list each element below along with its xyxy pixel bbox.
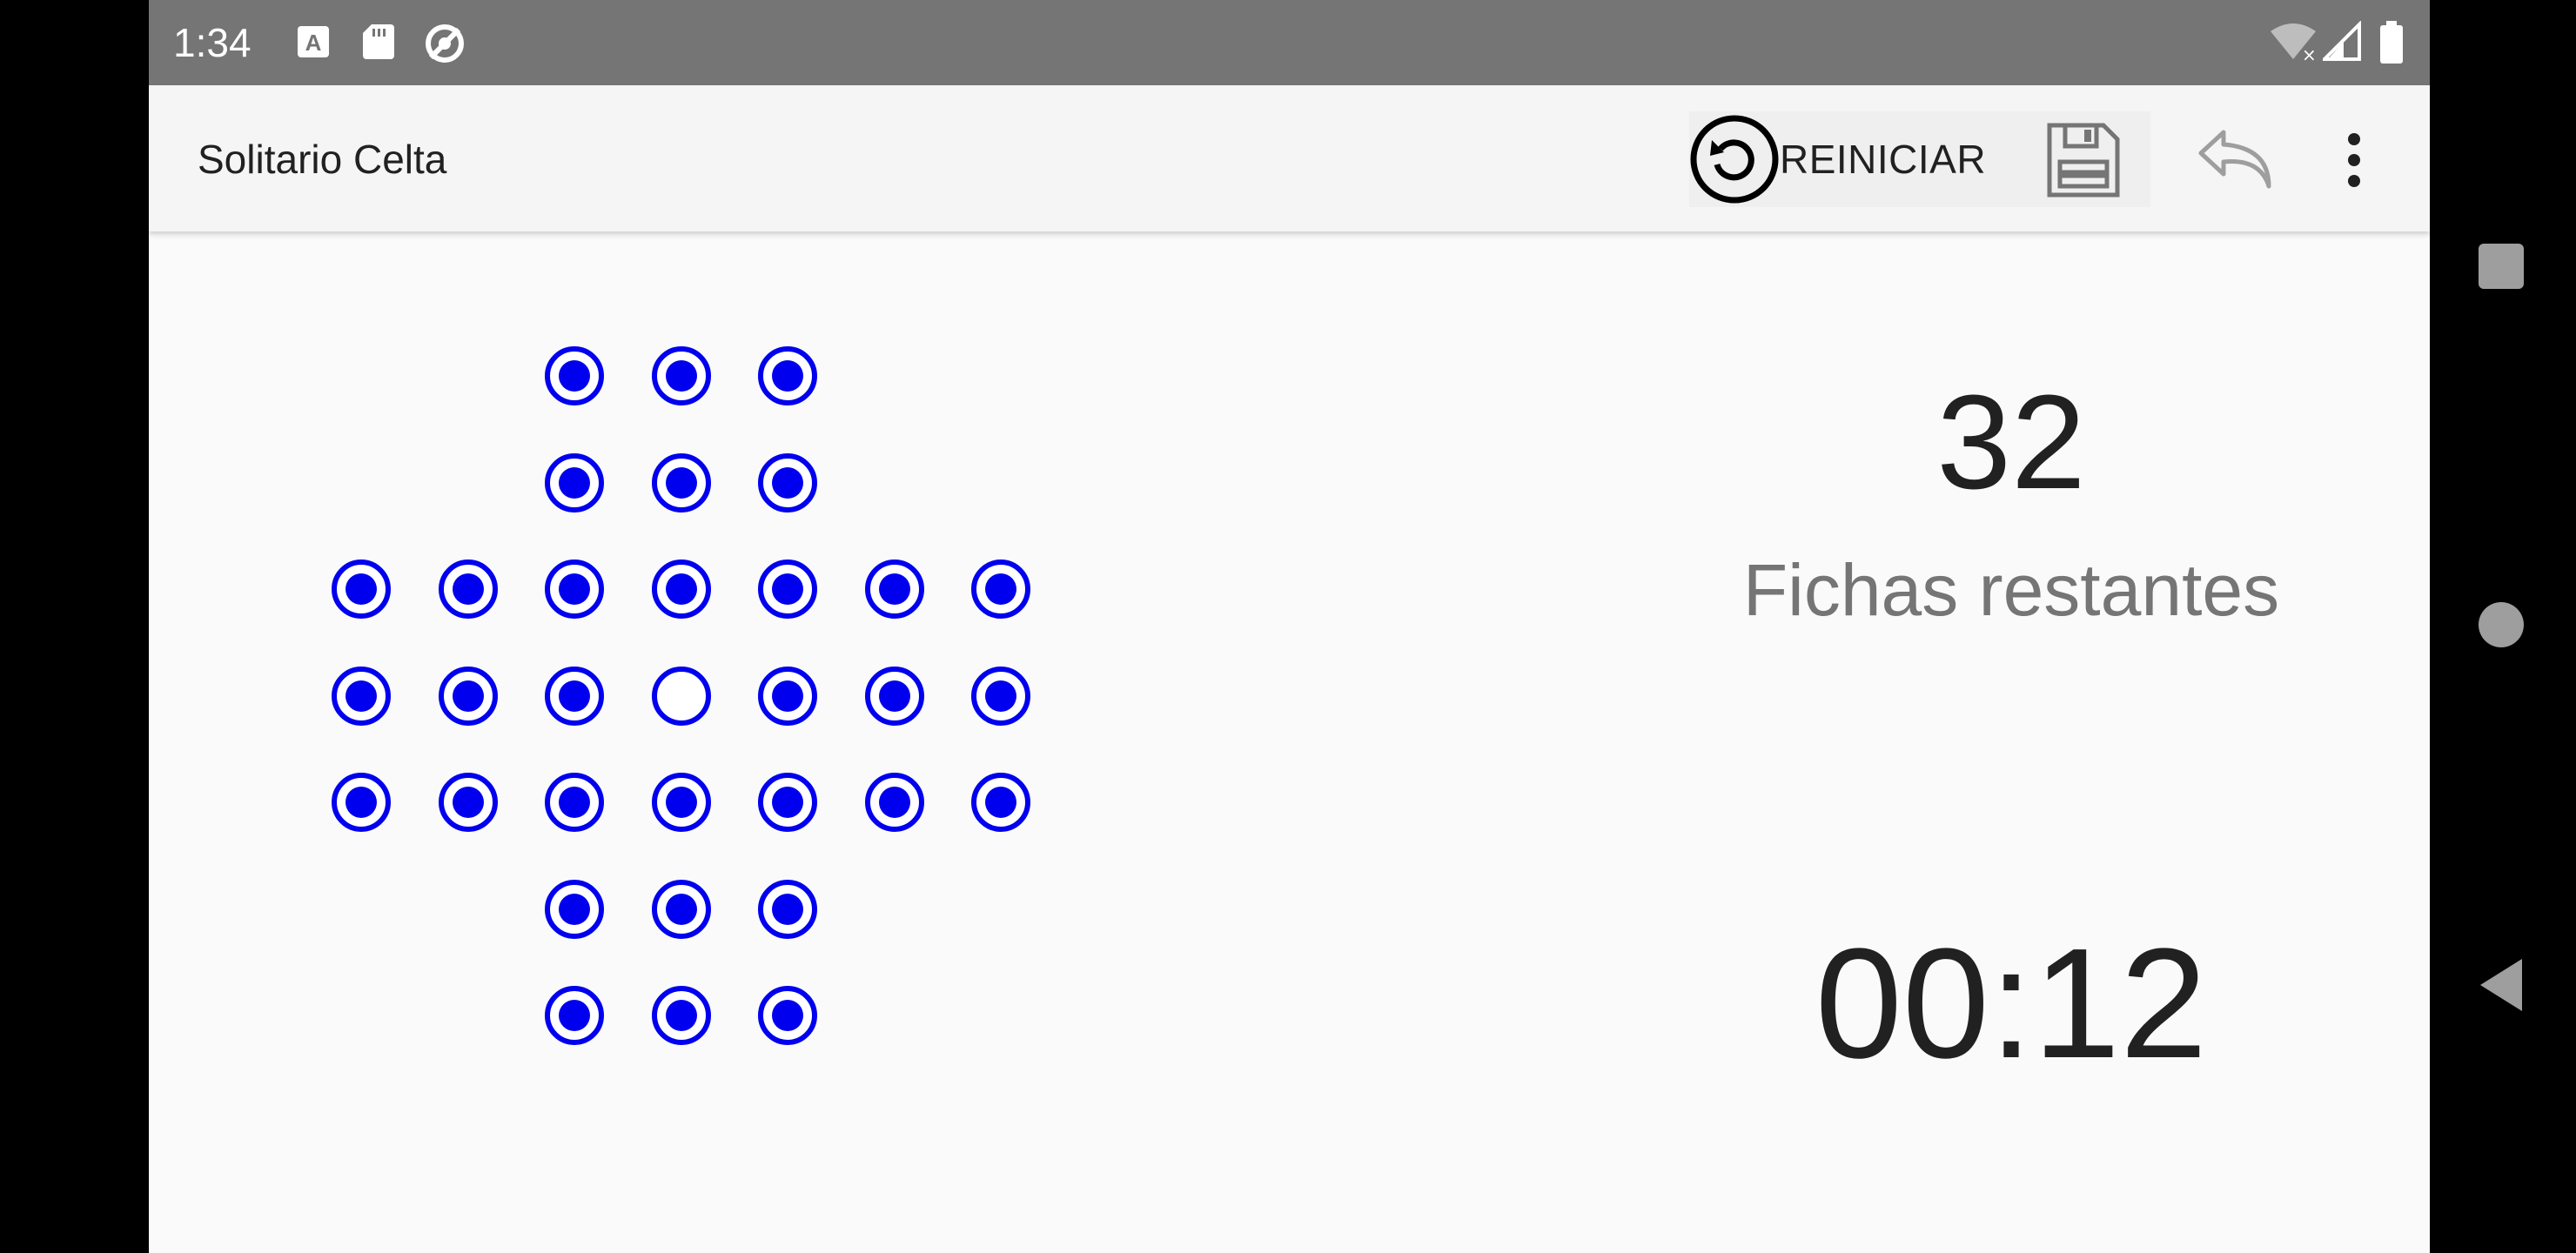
peg[interactable] (651, 345, 712, 406)
peg[interactable] (651, 985, 712, 1046)
status-time: 1:34 (173, 20, 252, 65)
peg[interactable] (864, 666, 925, 727)
navigation-bar (2430, 0, 2576, 1253)
remaining-label: Fichas restantes (1742, 549, 2280, 631)
peg[interactable] (970, 772, 1031, 833)
peg[interactable] (864, 772, 925, 833)
peg[interactable] (651, 772, 712, 833)
game-timer: 00:12 (1815, 916, 2208, 1091)
peg[interactable] (544, 345, 605, 406)
peg[interactable] (438, 666, 499, 727)
restart-icon (1689, 114, 1780, 204)
peg[interactable] (544, 879, 605, 940)
undo-icon[interactable] (2194, 118, 2277, 202)
wifi-off-icon: × (2269, 21, 2318, 67)
status-bar: 1:34 A × (149, 0, 2430, 85)
peg[interactable] (757, 985, 818, 1046)
peg[interactable] (970, 666, 1031, 727)
back-icon[interactable] (2477, 957, 2526, 1017)
reset-label: REINICIAR (1780, 137, 1987, 182)
svg-text:A: A (305, 30, 322, 56)
empty-hole[interactable] (651, 666, 712, 727)
peg[interactable] (757, 879, 818, 940)
remaining-count: 32 (1936, 367, 2086, 517)
peg[interactable] (651, 452, 712, 513)
save-icon[interactable] (2041, 118, 2124, 202)
app-bar: Solitario Celta REINICIAR (149, 85, 2430, 231)
peg[interactable] (757, 772, 818, 833)
signal-icon (2320, 20, 2363, 67)
app-screen: 1:34 A × Solitario Celta REINICIAR 32 Fi… (149, 0, 2430, 1253)
peg[interactable] (757, 559, 818, 620)
app-title: Solitario Celta (198, 137, 447, 182)
peg[interactable] (331, 772, 392, 833)
keyboard-a-icon: A (292, 21, 334, 63)
peg[interactable] (651, 559, 712, 620)
peg[interactable] (544, 666, 605, 727)
peg[interactable] (544, 559, 605, 620)
peg[interactable] (544, 772, 605, 833)
peg[interactable] (331, 666, 392, 727)
home-icon[interactable] (2477, 600, 2526, 653)
peg[interactable] (544, 985, 605, 1046)
peg[interactable] (651, 879, 712, 940)
peg[interactable] (864, 559, 925, 620)
more-vert-icon[interactable] (2333, 118, 2375, 202)
battery-icon (2378, 21, 2405, 69)
peg[interactable] (438, 772, 499, 833)
peg[interactable] (757, 666, 818, 727)
peg[interactable] (757, 452, 818, 513)
no-sync-icon (422, 21, 464, 63)
recents-icon[interactable] (2477, 242, 2526, 295)
svg-text:×: × (2302, 44, 2317, 63)
peg-board (149, 231, 1367, 1253)
peg[interactable] (970, 559, 1031, 620)
peg[interactable] (331, 559, 392, 620)
peg[interactable] (544, 452, 605, 513)
peg[interactable] (757, 345, 818, 406)
sd-card-icon (358, 21, 399, 63)
peg[interactable] (438, 559, 499, 620)
